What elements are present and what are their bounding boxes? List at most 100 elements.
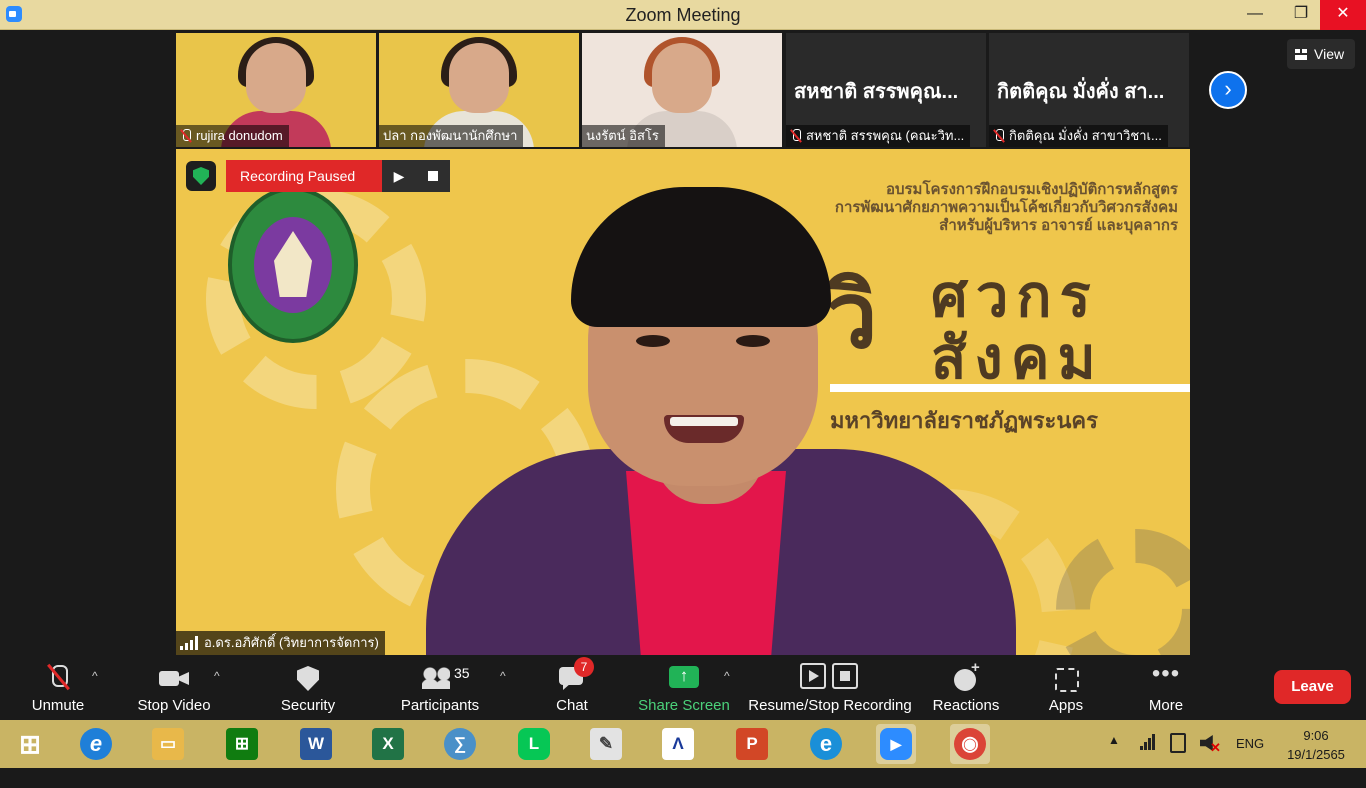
taskbar-file-explorer[interactable]: ▭ (148, 724, 188, 764)
speaker-name: อ.ดร.อภิศักดิ์ (วิทยาการจัดการ) (204, 635, 379, 650)
taskbar-internet-explorer[interactable]: e (76, 724, 116, 764)
recording-status: Recording Paused (226, 160, 382, 192)
clock-time: 9:06 (1303, 728, 1329, 743)
participant-thumbnail[interactable]: กิตติคุณ มั่งคั่ง สา... กิตติคุณ มั่งคั่… (989, 33, 1189, 147)
participant-thumbnail[interactable]: นงรัตน์ อิสโร (582, 33, 782, 147)
minimize-button[interactable]: — (1232, 0, 1278, 30)
participant-thumbnail[interactable]: ปลา กองพัฒนานักศึกษา (379, 33, 579, 147)
mic-muted-icon (993, 129, 1005, 143)
participant-face (652, 43, 712, 113)
mic-muted-icon (44, 663, 72, 693)
close-button[interactable]: ✕ (1320, 0, 1366, 30)
lisrel-icon: Λ (662, 728, 694, 760)
store-icon: ⊞ (226, 728, 258, 760)
taskbar-line[interactable]: L (514, 724, 554, 764)
stop-video-button[interactable]: Stop Video (130, 655, 218, 720)
security-label: Security (280, 697, 336, 714)
participant-face (449, 43, 509, 113)
windows-logo-icon: ⊞ (19, 729, 41, 759)
university-logo (228, 187, 358, 343)
window-title: Zoom Meeting (625, 5, 741, 25)
battery-icon[interactable] (1170, 733, 1186, 753)
security-button[interactable]: Security (272, 655, 344, 720)
participant-name-label: ปลา กองพัฒนานักศึกษา (379, 125, 524, 147)
speaker-hair (571, 187, 831, 327)
speaker-mouth (664, 415, 744, 443)
reactions-button[interactable]: Reactions (928, 655, 1004, 720)
participant-name-label: สหชาติ สรรพคุณ (คณะวิท... (786, 125, 971, 147)
university-name: มหาวิทยาลัยราชภัฏพระนคร (830, 408, 1098, 433)
participant-name: rujira donudom (196, 128, 283, 143)
meeting-toolbar: Unmute ^ Stop Video ^ Security 35 Partic… (0, 655, 1366, 720)
show-hidden-icons-button[interactable]: ▲ (1108, 733, 1120, 781)
excel-icon: X (372, 728, 404, 760)
taskbar-paint[interactable]: ✎ (586, 724, 626, 764)
participant-thumbnail[interactable]: rujira donudom (176, 33, 376, 147)
speaker-eye (736, 335, 770, 347)
audio-options-caret[interactable]: ^ (92, 669, 98, 683)
unmute-button[interactable]: Unmute (22, 655, 94, 720)
network-signal-icon[interactable] (1140, 734, 1156, 750)
share-options-caret[interactable]: ^ (724, 669, 730, 683)
folder-icon: ▭ (152, 728, 184, 760)
video-options-caret[interactable]: ^ (214, 669, 220, 683)
mic-muted-icon (180, 129, 192, 143)
participants-icon: 35 (420, 663, 470, 693)
internet-explorer-icon: e (80, 728, 112, 760)
taskbar-zoom[interactable]: ▶ (876, 724, 916, 764)
taskbar-math-input[interactable]: ∑ (440, 724, 480, 764)
maximize-button[interactable]: ❐ (1278, 0, 1324, 30)
math-input-icon: ∑ (444, 728, 476, 760)
taskbar-word[interactable]: W (296, 724, 336, 764)
participant-thumbnail[interactable]: สหชาติ สรรพคุณ... สหชาติ สรรพคุณ (คณะวิท… (786, 33, 986, 147)
share-screen-label: Share Screen (638, 697, 730, 714)
resume-stop-recording-button[interactable]: Resume/Stop Recording (746, 655, 914, 720)
chat-icon: 7 (557, 657, 594, 693)
zoom-icon: ▶ (880, 728, 912, 760)
gear-graphic (1056, 529, 1190, 655)
edge-icon: e (810, 728, 842, 760)
view-grid-icon (1295, 49, 1308, 60)
speaker-name-label: อ.ดร.อภิศักดิ์ (วิทยาการจัดการ) (176, 631, 385, 655)
share-screen-button[interactable]: Share Screen (636, 655, 732, 720)
banner-line: สำหรับผู้บริหาร อาจารย์ และบุคลากร (939, 217, 1178, 234)
resume-recording-button[interactable]: ▶ (382, 160, 416, 192)
participant-name-label: rujira donudom (176, 125, 289, 147)
participants-label: Participants (400, 697, 480, 714)
taskbar-lisrel[interactable]: Λ (658, 724, 698, 764)
participants-options-caret[interactable]: ^ (500, 669, 506, 683)
system-clock[interactable]: 9:06 19/1/2565 (1278, 726, 1354, 774)
word-icon: W (300, 728, 332, 760)
more-button[interactable]: ••• More (1140, 655, 1192, 720)
taskbar-powerpoint[interactable]: P (732, 724, 772, 764)
participant-name: กิตติคุณ มั่งคั่ง สาขาวิชาเ... (1009, 128, 1162, 143)
meeting-area: rujira donudom ปลา กองพัฒนานักศึกษา นงรั… (0, 31, 1366, 655)
shield-icon (296, 663, 320, 693)
stop-recording-button[interactable] (416, 160, 450, 192)
apps-button[interactable]: Apps (1040, 655, 1092, 720)
chat-unread-badge: 7 (574, 657, 594, 677)
participant-name-label: กิตติคุณ มั่งคั่ง สาขาวิชาเ... (989, 125, 1168, 147)
unmute-label: Unmute (31, 697, 85, 714)
clock-date: 19/1/2565 (1287, 747, 1345, 762)
next-page-button[interactable]: › (1209, 71, 1247, 109)
language-indicator[interactable]: ENG (1236, 736, 1264, 784)
view-button[interactable]: View (1287, 39, 1355, 69)
taskbar-excel[interactable]: X (368, 724, 408, 764)
participant-count: 35 (454, 665, 470, 681)
chat-button[interactable]: 7 Chat (542, 655, 602, 720)
participant-name: สหชาติ สรรพคุณ (คณะวิท... (806, 128, 965, 143)
reactions-label: Reactions (932, 697, 1000, 714)
taskbar-store[interactable]: ⊞ (222, 724, 262, 764)
taskbar-edge[interactable]: e (806, 724, 846, 764)
leave-button[interactable]: Leave (1274, 670, 1351, 704)
active-speaker-video[interactable]: อบรมโครงการฝึกอบรมเชิงปฏิบัติการหลักสูตร… (176, 149, 1190, 655)
participant-name-label: นงรัตน์ อิสโร (582, 125, 665, 147)
taskbar-chrome[interactable]: ◉ (950, 724, 990, 764)
participants-button[interactable]: 35 Participants (394, 655, 486, 720)
start-button[interactable]: ⊞ (10, 724, 50, 764)
encryption-shield-icon[interactable] (186, 161, 216, 191)
recording-controls-icon (798, 663, 862, 693)
title-bar: Zoom Meeting — ❐ ✕ (0, 0, 1366, 30)
participant-face (246, 43, 306, 113)
